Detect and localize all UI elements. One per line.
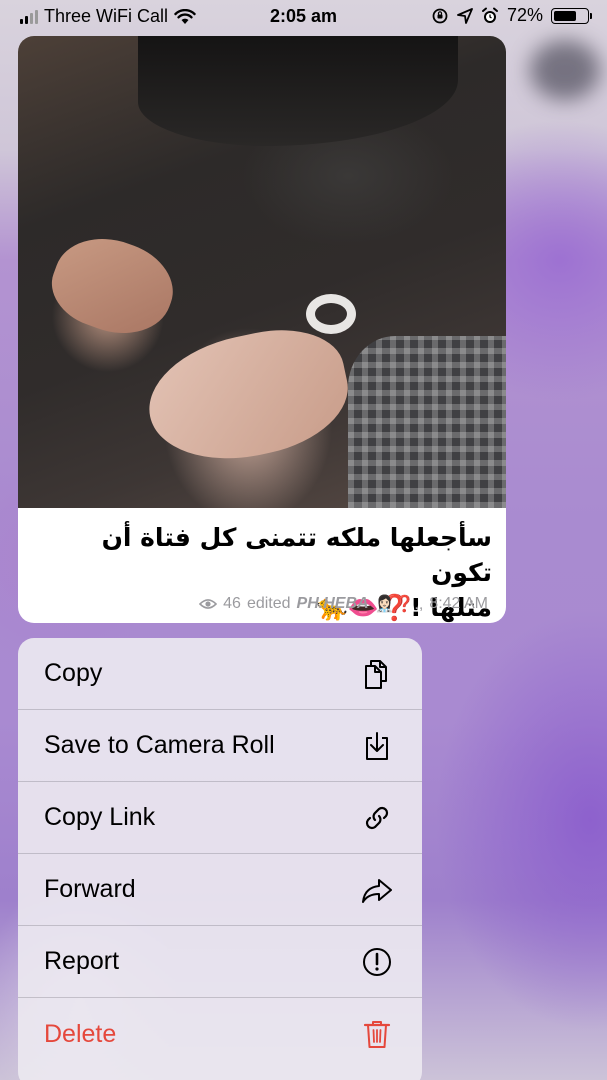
save-to-camera-roll-button[interactable]: Save to Camera Roll bbox=[18, 710, 422, 782]
link-icon bbox=[365, 806, 389, 829]
save-download-icon bbox=[366, 731, 388, 760]
report-button[interactable]: Report bbox=[18, 926, 422, 998]
menu-item-label: Copy Link bbox=[44, 803, 156, 831]
orientation-lock-icon bbox=[432, 8, 448, 23]
author-suffix: 👩🏻‍⚕️❓., bbox=[374, 596, 424, 613]
message-photo[interactable] bbox=[18, 36, 506, 508]
alarm-icon bbox=[481, 7, 498, 23]
message-meta: 46 edited PH.HEBA 👩🏻‍⚕️❓., 8:42 AM bbox=[199, 594, 488, 614]
menu-item-label: Copy bbox=[44, 659, 103, 687]
photo-hand-left bbox=[41, 223, 185, 349]
message-bubble[interactable]: سأجعلها ملكه تتمنى كل فتاة أن تكون مثلها… bbox=[18, 36, 506, 623]
copy-link-button[interactable]: Copy Link bbox=[18, 782, 422, 854]
edited-label: edited bbox=[246, 595, 291, 612]
menu-item-label: Save to Camera Roll bbox=[44, 731, 275, 759]
eye-icon bbox=[199, 599, 218, 609]
forward-arrow-icon bbox=[362, 878, 392, 903]
status-right: 72% bbox=[431, 5, 592, 26]
photo-watch-band bbox=[306, 294, 356, 334]
photo-hand-center bbox=[137, 316, 359, 476]
status-bar: Three WiFi Call 2:05 am 72% bbox=[0, 0, 607, 34]
author-signature: PH.HEBA bbox=[296, 595, 369, 612]
photo-plaid-sleeve bbox=[348, 336, 506, 508]
battery-fill bbox=[554, 10, 576, 21]
blurred-avatar bbox=[530, 40, 600, 100]
forward-button[interactable]: Forward bbox=[18, 854, 422, 926]
photo-hair-region bbox=[138, 36, 458, 146]
menu-item-label: Report bbox=[44, 947, 120, 975]
copy-icon bbox=[365, 659, 387, 689]
view-count: 46 bbox=[223, 595, 241, 612]
location-arrow-icon bbox=[457, 7, 473, 24]
menu-item-label: Delete bbox=[44, 1019, 117, 1048]
caption-line-1: سأجعلها ملكه تتمنى كل فتاة أن تكون bbox=[101, 523, 492, 587]
copy-button[interactable]: Copy bbox=[18, 638, 422, 710]
battery-percentage: 72% bbox=[506, 5, 543, 25]
exclamation-circle-icon bbox=[363, 947, 391, 976]
delete-button[interactable]: Delete bbox=[18, 998, 422, 1070]
menu-item-label: Forward bbox=[44, 875, 136, 903]
battery-icon bbox=[551, 7, 592, 24]
context-menu: Copy Save to Camera Roll Copy Link Forwa… bbox=[18, 638, 422, 1080]
trash-icon bbox=[363, 1021, 391, 1048]
message-time: 8:42 AM bbox=[429, 595, 488, 612]
